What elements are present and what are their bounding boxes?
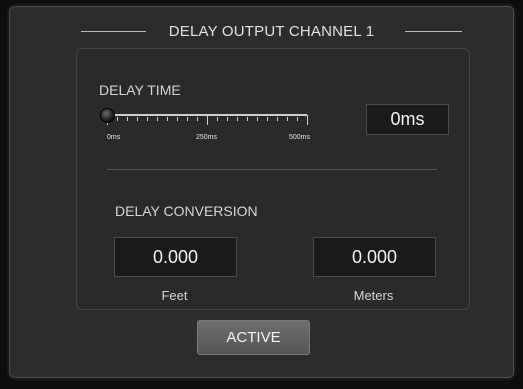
section-divider bbox=[107, 169, 437, 170]
slider-tick bbox=[287, 117, 288, 121]
meters-value-field[interactable]: 0.000 bbox=[313, 237, 436, 277]
slider-tick bbox=[157, 117, 158, 121]
delay-time-label: DELAY TIME bbox=[99, 82, 181, 98]
slider-tick bbox=[277, 117, 278, 121]
slider-tick bbox=[247, 117, 248, 121]
slider-tick bbox=[137, 117, 138, 121]
delay-time-value-field[interactable]: 0ms bbox=[366, 104, 449, 135]
feet-unit-label: Feet bbox=[161, 288, 188, 303]
slider-tick bbox=[297, 117, 298, 121]
meters-unit-label: Meters bbox=[353, 288, 394, 303]
slider-tick bbox=[257, 117, 258, 121]
feet-value-field[interactable]: 0.000 bbox=[114, 237, 237, 277]
slider-tick bbox=[177, 117, 178, 121]
slider-tick bbox=[187, 117, 188, 121]
slider-thumb[interactable] bbox=[100, 108, 115, 123]
window-title-row: DELAY OUTPUT CHANNEL 1 bbox=[10, 21, 513, 41]
title-divider-right bbox=[405, 31, 462, 32]
slider-tick bbox=[227, 117, 228, 121]
slider-tick bbox=[127, 117, 128, 121]
slider-tick bbox=[167, 117, 168, 121]
slider-tick bbox=[117, 117, 118, 121]
delay-settings-panel: DELAY TIME 0ms 250ms 500ms 0ms DELAY CON… bbox=[76, 48, 470, 310]
slider-tick bbox=[207, 115, 208, 125]
slider-tick bbox=[307, 115, 308, 125]
slider-tick bbox=[237, 117, 238, 121]
slider-max-label: 500ms bbox=[289, 134, 311, 141]
slider-tick bbox=[267, 117, 268, 121]
slider-tick bbox=[197, 117, 198, 121]
slider-mid-label: 250ms bbox=[196, 134, 218, 141]
slider-tick bbox=[147, 117, 148, 121]
active-button[interactable]: ACTIVE bbox=[197, 320, 310, 355]
slider-min-label: 0ms bbox=[107, 134, 121, 141]
delay-conversion-label: DELAY CONVERSION bbox=[115, 203, 258, 219]
slider-tick bbox=[217, 117, 218, 121]
